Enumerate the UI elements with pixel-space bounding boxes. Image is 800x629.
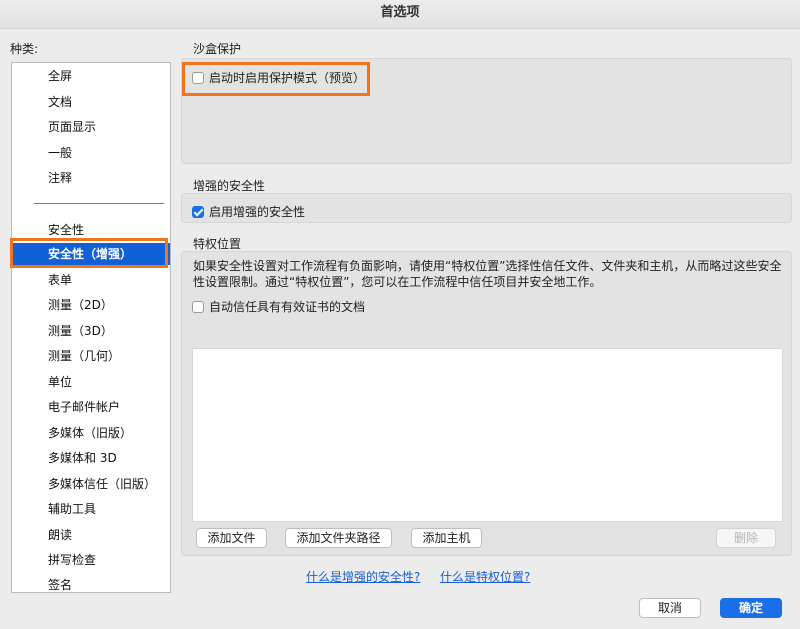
auto-trust-label: 自动信任具有有效证书的文档	[209, 300, 366, 314]
category-list[interactable]: 全屏 文档 页面显示 一般 注释 安全性 安全性（增强） 表单 测量（2D） 测…	[11, 62, 171, 593]
sandbox-section-title: 沙盒保护	[193, 42, 242, 56]
categories-label: 种类:	[10, 42, 39, 56]
sidebar-divider	[34, 203, 164, 204]
protected-mode-checkbox[interactable]	[192, 72, 204, 84]
sidebar-item-measuring-geo[interactable]: 测量（几何）	[12, 345, 170, 367]
what-is-privileged-location-link[interactable]: 什么是特权位置?	[440, 568, 530, 585]
sidebar-item-multimedia-trust[interactable]: 多媒体信任（旧版）	[12, 473, 170, 495]
ok-button[interactable]: 确定	[720, 598, 782, 618]
sidebar-item-multimedia-3d[interactable]: 多媒体和 3D	[12, 447, 170, 469]
remove-button[interactable]: 删除	[716, 528, 776, 548]
privileged-description: 如果安全性设置对工作流程有负面影响，请使用“特权位置”选择性信任文件、文件夹和主…	[193, 259, 782, 289]
window-title: 首选项	[0, 0, 800, 29]
sidebar-item-measuring-2d[interactable]: 测量（2D）	[12, 294, 170, 316]
enable-enhanced-checkbox[interactable]	[192, 206, 204, 218]
sidebar-item-units[interactable]: 单位	[12, 371, 170, 393]
add-folder-path-button[interactable]: 添加文件夹路径	[285, 528, 392, 548]
sidebar-item-general[interactable]: 一般	[12, 142, 170, 164]
sidebar-item-read-out-loud[interactable]: 朗读	[12, 524, 170, 546]
sidebar-item-email-accounts[interactable]: 电子邮件帐户	[12, 396, 170, 418]
sidebar-item-fullscreen[interactable]: 全屏	[12, 65, 170, 87]
enhanced-section-title: 增强的安全性	[193, 179, 266, 193]
add-file-button[interactable]: 添加文件	[196, 528, 267, 548]
enable-enhanced-label: 启用增强的安全性	[209, 205, 306, 219]
cancel-button[interactable]: 取消	[639, 598, 701, 618]
enable-enhanced-option[interactable]: 启用增强的安全性	[192, 203, 305, 220]
protected-mode-label: 启动时启用保护模式（预览）	[209, 71, 366, 85]
sidebar-item-documents[interactable]: 文档	[12, 91, 170, 113]
protected-mode-option[interactable]: 启动时启用保护模式（预览）	[192, 69, 365, 86]
sidebar-item-page-display[interactable]: 页面显示	[12, 116, 170, 138]
privileged-section-title: 特权位置	[193, 237, 242, 251]
sidebar-item-forms[interactable]: 表单	[12, 269, 170, 291]
sidebar-item-measuring-3d[interactable]: 测量（3D）	[12, 320, 170, 342]
sidebar-item-signatures[interactable]: 签名	[12, 574, 170, 592]
sidebar-item-security[interactable]: 安全性	[12, 219, 170, 241]
sidebar-item-comments[interactable]: 注释	[12, 167, 170, 189]
privileged-locations-list[interactable]	[192, 348, 783, 522]
add-host-button[interactable]: 添加主机	[411, 528, 482, 548]
auto-trust-checkbox[interactable]	[192, 301, 204, 313]
auto-trust-option[interactable]: 自动信任具有有效证书的文档	[192, 298, 365, 315]
sidebar-item-accessibility[interactable]: 辅助工具	[12, 498, 170, 520]
sidebar-item-multimedia-legacy[interactable]: 多媒体（旧版）	[12, 422, 170, 444]
what-is-enhanced-security-link[interactable]: 什么是增强的安全性?	[306, 568, 420, 585]
sidebar-item-spelling[interactable]: 拼写检查	[12, 549, 170, 571]
sidebar-item-security-enhanced[interactable]: 安全性（增强）	[12, 243, 170, 265]
